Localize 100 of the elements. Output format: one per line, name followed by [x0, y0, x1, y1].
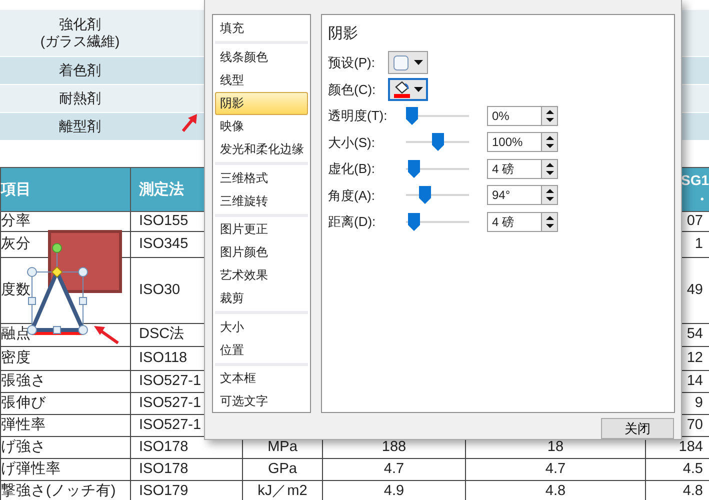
- table-cell: ISO118: [139, 348, 188, 368]
- table-cell: 融点: [1, 325, 31, 344]
- spin-button[interactable]: [542, 158, 558, 179]
- table-cell: 密度: [1, 348, 31, 368]
- caret-icon: [414, 60, 423, 66]
- table-cell: 4.7: [384, 460, 404, 479]
- slider-thumb[interactable]: [408, 212, 420, 231]
- table-cell: GPa: [268, 460, 297, 479]
- category-item[interactable]: 三维旋转: [215, 189, 308, 212]
- slider-thumb[interactable]: [406, 106, 418, 125]
- slider-thumb[interactable]: [432, 133, 444, 152]
- table-cell: 4.5: [682, 460, 703, 479]
- column-header: SG1 ・: [680, 171, 709, 208]
- table-cell: げ強さ: [1, 438, 46, 457]
- table-cell: ISO155: [139, 212, 188, 231]
- category-item[interactable]: 位置: [215, 338, 308, 362]
- preset-dropdown[interactable]: [388, 51, 428, 74]
- category-item[interactable]: 大小: [215, 315, 308, 338]
- slider-thumb[interactable]: [408, 160, 420, 178]
- category-item[interactable]: 艺术效果: [215, 264, 308, 288]
- table-cell: ISO345: [139, 234, 188, 254]
- table-cell: MPa: [268, 438, 298, 457]
- table-cell: ISO30: [139, 280, 180, 300]
- field-label: 虚化(B):: [328, 160, 376, 178]
- spin-arrows-icon: [546, 216, 554, 228]
- table-cell: ISO527-1: [139, 372, 202, 391]
- table-cell: 分率: [1, 212, 31, 231]
- table-cell: 54: [686, 325, 703, 344]
- spin-arrows-icon: [546, 189, 554, 202]
- category-item[interactable]: 文本框: [215, 366, 308, 390]
- cell-text: 耐熱剤: [58, 90, 102, 107]
- field-label: 距离(D):: [328, 213, 377, 231]
- cell-text: 強化剤 (ガラス繊維): [39, 16, 121, 50]
- spin-button[interactable]: [542, 185, 558, 206]
- table-cell: DSC法: [139, 325, 185, 344]
- spin-field[interactable]: 4 磅: [487, 158, 542, 179]
- field-label: 预设(P):: [328, 54, 376, 72]
- table-cell: 18: [547, 438, 564, 457]
- paint-bucket-icon: [393, 80, 412, 98]
- spin-button[interactable]: [542, 132, 558, 152]
- panel-title: 阴影: [328, 24, 359, 44]
- table-cell: 度数: [1, 280, 31, 300]
- table-cell: 張伸び: [1, 394, 46, 413]
- table-cell: 70: [686, 416, 703, 435]
- category-item[interactable]: 线型: [215, 68, 308, 92]
- category-item[interactable]: 填充: [215, 17, 308, 40]
- field-label: 颜色(C):: [328, 80, 377, 99]
- table-cell: 12: [686, 348, 703, 368]
- spin-arrows-icon: [546, 136, 554, 148]
- table-cell: 49: [686, 280, 703, 300]
- table-cell: ISO178: [139, 460, 188, 479]
- spin-field[interactable]: 4 磅: [487, 212, 542, 232]
- spin-field[interactable]: 100%: [487, 132, 542, 152]
- category-item[interactable]: 可选文字: [215, 390, 308, 413]
- category-item[interactable]: 图片更正: [215, 218, 308, 241]
- table-cell: 4.7: [545, 460, 566, 479]
- spin-field[interactable]: 0%: [487, 106, 542, 126]
- category-item[interactable]: 裁剪: [215, 287, 308, 310]
- table-cell: 188: [382, 438, 406, 457]
- table-cell: げ弾性率: [1, 460, 61, 479]
- table-cell: 4.8: [682, 482, 703, 500]
- cell-text: 着色剤: [58, 62, 102, 79]
- table-cell: 07: [686, 212, 703, 231]
- color-dropdown[interactable]: [388, 78, 428, 101]
- field-label: 角度(A):: [328, 186, 376, 205]
- table-cell: 4.9: [384, 482, 404, 500]
- table-cell: 4.8: [545, 482, 566, 500]
- spin-arrows-icon: [546, 162, 554, 175]
- table-cell: 184: [678, 438, 703, 457]
- annotation-arrow: [181, 113, 198, 133]
- table-cell: ISO179: [139, 482, 188, 500]
- category-item[interactable]: 发光和柔化边缘: [215, 138, 308, 162]
- table-cell: 弾性率: [1, 416, 46, 435]
- table-cell: kJ／m2: [258, 482, 308, 500]
- category-item[interactable]: 三维格式: [215, 166, 308, 190]
- category-item[interactable]: 阴影: [215, 92, 308, 115]
- spin-arrows-icon: [546, 110, 554, 122]
- table-cell: 1: [694, 234, 703, 254]
- table-cell: 撃強さ(ノッチ有): [1, 482, 116, 500]
- category-item[interactable]: 线条颜色: [215, 45, 308, 68]
- column-header: 項目: [1, 180, 31, 200]
- table-cell: 張強さ: [1, 372, 46, 391]
- annotation-arrow: [92, 324, 120, 345]
- category-item[interactable]: 图片颜色: [215, 240, 308, 264]
- field-label: 透明度(T):: [328, 107, 388, 125]
- cell-text: 離型剤: [58, 118, 102, 135]
- category-item[interactable]: 映像: [215, 114, 308, 138]
- shadow-preset-icon: [393, 54, 410, 71]
- close-button[interactable]: 关闭: [601, 418, 674, 439]
- column-header: 測定法: [139, 180, 184, 200]
- table-cell: ISO527-1: [139, 416, 202, 435]
- spin-field[interactable]: 94°: [487, 185, 542, 206]
- table-cell: 14: [686, 372, 703, 391]
- table-cell: 灰分: [1, 234, 31, 254]
- table-cell: ISO527-1: [139, 394, 202, 413]
- spin-button[interactable]: [542, 106, 558, 126]
- field-label: 大小(S):: [328, 134, 376, 152]
- slider-thumb[interactable]: [419, 186, 432, 204]
- table-cell: 9: [694, 394, 703, 413]
- spin-button[interactable]: [542, 212, 558, 232]
